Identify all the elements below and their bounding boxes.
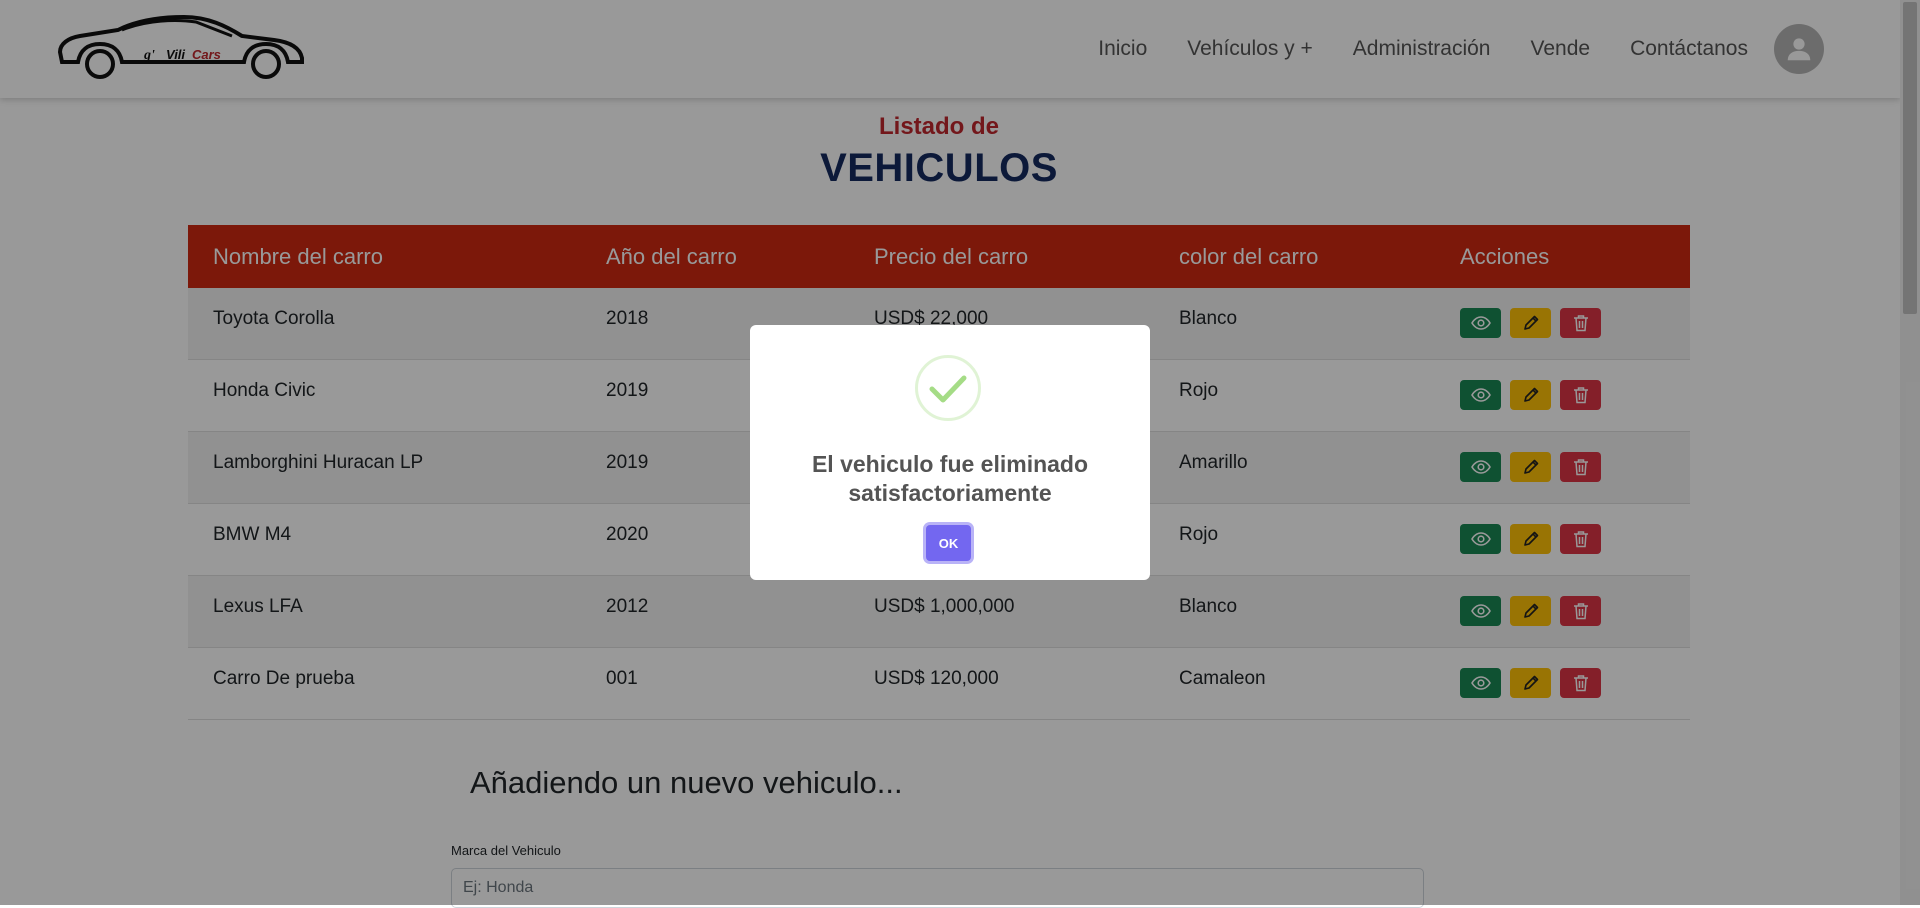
- success-icon: [915, 355, 981, 421]
- ok-button[interactable]: OK: [926, 525, 971, 561]
- success-dialog: El vehiculo fue eliminado satisfactoriam…: [750, 325, 1150, 580]
- dialog-message: El vehiculo fue eliminado satisfactoriam…: [811, 451, 1089, 506]
